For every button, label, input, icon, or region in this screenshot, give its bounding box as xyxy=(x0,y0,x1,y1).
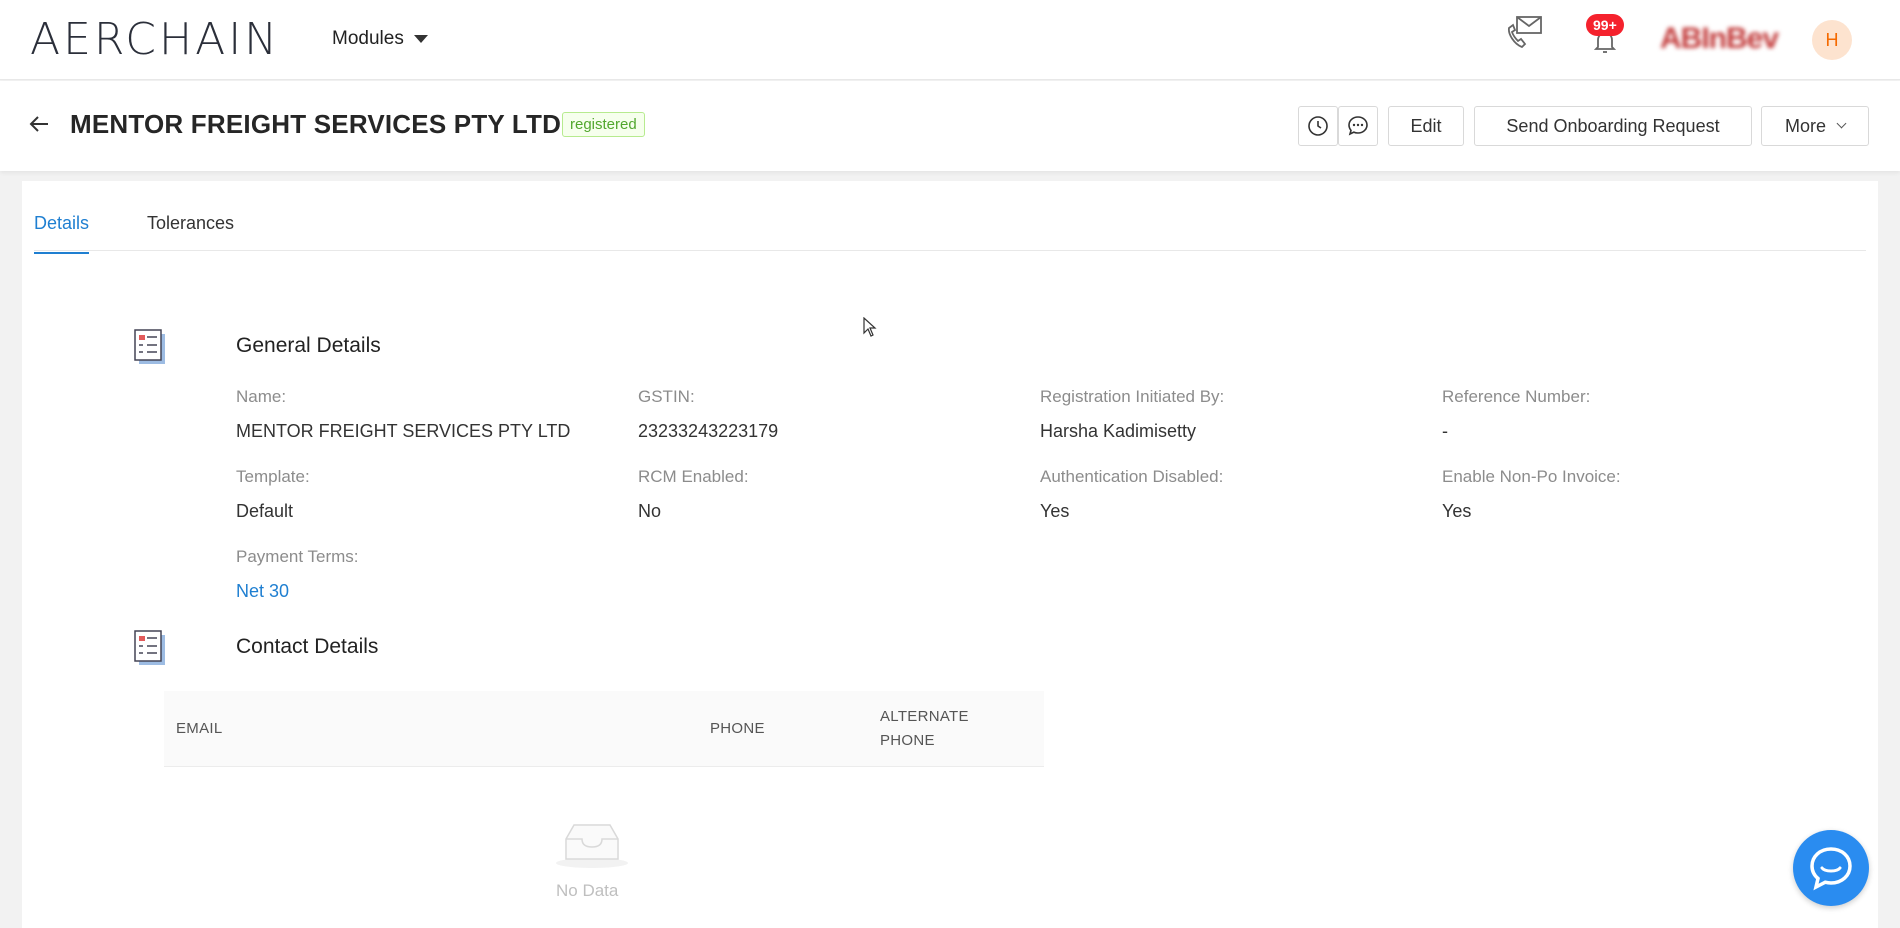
chevron-down-icon xyxy=(1836,118,1847,129)
document-checklist-icon xyxy=(134,329,165,364)
avatar[interactable]: H xyxy=(1812,20,1852,60)
column-email: EMAIL xyxy=(176,720,223,737)
tab-details[interactable]: Details xyxy=(34,213,90,254)
clock-icon xyxy=(1308,116,1328,136)
enable-non-po-invoice-value: Yes xyxy=(1442,501,1472,521)
rcm-enabled-value: No xyxy=(638,501,662,521)
payment-terms-link[interactable]: Net 30 xyxy=(236,581,289,602)
comment-icon xyxy=(1348,116,1368,136)
template-value: Default xyxy=(236,501,294,521)
notification-badge: 99+ xyxy=(1586,14,1624,36)
page-title: MENTOR FREIGHT SERVICES PTY LTD xyxy=(70,109,562,139)
comments-button[interactable] xyxy=(1338,106,1378,146)
empty-state-text: No Data xyxy=(556,881,619,900)
back-arrow-icon[interactable] xyxy=(28,113,50,135)
chat-support-button[interactable] xyxy=(1793,830,1869,906)
top-navbar: AERCHAIN Modules 99+ ABInBev H xyxy=(0,0,1900,80)
history-button[interactable] xyxy=(1298,106,1338,146)
contact-details-title: Contact Details xyxy=(236,635,379,658)
more-dropdown-button[interactable]: More xyxy=(1761,106,1869,146)
gstin-value: 23233243223179 xyxy=(638,421,779,441)
authentication-disabled-value: Yes xyxy=(1040,501,1070,521)
caret-down-icon xyxy=(413,35,428,43)
gstin-label: GSTIN: xyxy=(638,387,695,406)
mail-phone-icon[interactable] xyxy=(1505,14,1545,50)
template-label: Template: xyxy=(236,467,310,486)
mouse-cursor-icon xyxy=(863,317,877,337)
name-label: Name: xyxy=(236,387,287,406)
notifications[interactable]: 99+ xyxy=(1584,14,1628,54)
contact-table-header: EMAIL PHONE ALTERNATE PHONE xyxy=(164,691,1044,767)
column-alternate-phone: ALTERNATE PHONE xyxy=(880,708,969,749)
edit-button[interactable]: Edit xyxy=(1388,106,1464,146)
payment-terms-label: Payment Terms: xyxy=(236,547,359,566)
rcm-enabled-label: RCM Enabled: xyxy=(638,467,749,486)
reference-number-value: - xyxy=(1442,421,1448,441)
authentication-disabled-label: Authentication Disabled: xyxy=(1040,467,1224,486)
brand-logo: ABInBev xyxy=(1660,22,1779,55)
modules-menu[interactable]: Modules xyxy=(332,28,428,50)
chat-bubble-icon xyxy=(1810,847,1852,891)
empty-inbox-icon xyxy=(556,824,628,868)
registration-initiated-by-label: Registration Initiated By: xyxy=(1040,387,1225,406)
send-onboarding-request-button[interactable]: Send Onboarding Request xyxy=(1474,106,1752,146)
column-phone: PHONE xyxy=(710,720,765,737)
general-details-title: General Details xyxy=(236,334,381,357)
modules-label: Modules xyxy=(332,28,404,49)
tab-bar: Details Tolerances xyxy=(34,181,1866,254)
status-badge: registered xyxy=(562,112,645,137)
aerchain-logo[interactable]: AERCHAIN xyxy=(30,18,280,62)
document-checklist-icon xyxy=(134,630,165,665)
registration-initiated-by-value: Harsha Kadimisetty xyxy=(1040,421,1197,441)
details-card: Details Tolerances General Details Name:… xyxy=(22,181,1878,928)
more-label: More xyxy=(1784,115,1826,136)
enable-non-po-invoice-label: Enable Non-Po Invoice: xyxy=(1442,467,1621,486)
page-header: MENTOR FREIGHT SERVICES PTY LTD register… xyxy=(0,81,1900,171)
tab-tolerances[interactable]: Tolerances xyxy=(147,213,234,252)
name-value: MENTOR FREIGHT SERVICES PTY LTD xyxy=(236,421,571,441)
reference-number-label: Reference Number: xyxy=(1442,387,1591,406)
